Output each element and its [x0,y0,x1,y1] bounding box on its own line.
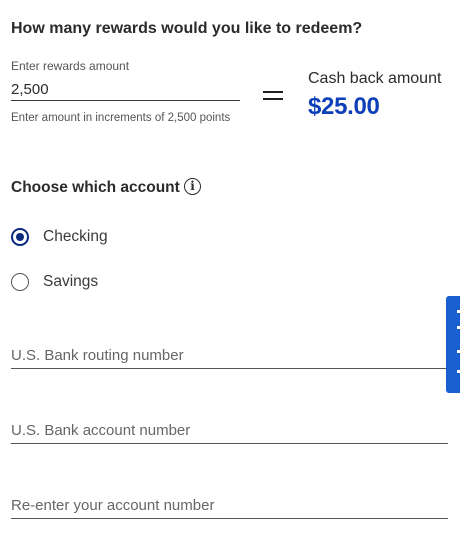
radio-savings[interactable]: Savings [11,273,98,291]
radio-savings-button[interactable] [11,273,29,291]
routing-number-input[interactable] [11,342,448,369]
rewards-amount-label: Enter rewards amount [11,59,130,73]
equals-icon [263,90,283,102]
info-icon[interactable]: i [184,178,201,195]
radio-checking-label: Checking [43,228,108,245]
reenter-account-number-input[interactable] [11,492,448,519]
feedback-tab[interactable] [446,296,460,393]
radio-checking-button[interactable] [11,228,29,246]
redeem-question: How many rewards would you like to redee… [11,20,363,37]
radio-checking[interactable]: Checking [11,228,108,246]
account-number-input[interactable] [11,417,448,444]
radio-savings-label: Savings [43,273,99,290]
rewards-amount-input[interactable] [11,78,240,101]
rewards-amount-hint: Enter amount in increments of 2,500 poin… [11,112,231,124]
cash-back-value: $25.00 [308,93,380,120]
choose-account-heading: Choose which account [11,179,180,196]
cash-back-label: Cash back amount [308,70,442,87]
